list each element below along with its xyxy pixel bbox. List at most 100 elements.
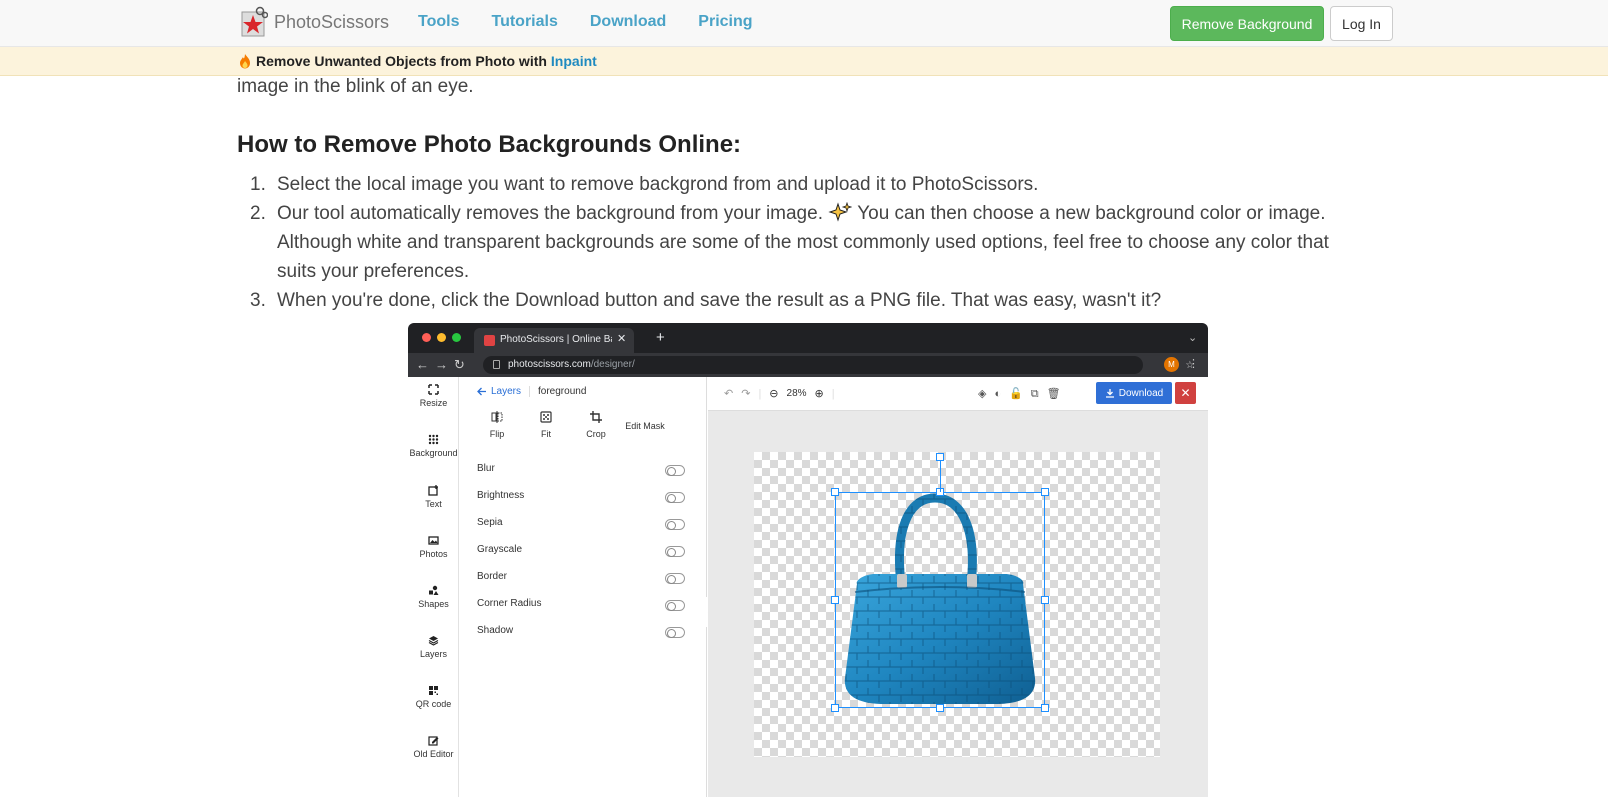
browser-tabstrip: PhotoScissors | Online Backgr ✕ + ⌄: [408, 323, 1208, 353]
crop-icon: [590, 411, 602, 423]
nav-link-tutorials[interactable]: Tutorials: [491, 13, 557, 31]
fit-icon: [540, 411, 552, 423]
tool-rail: Resize Background Text Photos Shapes Lay…: [408, 377, 459, 797]
rail-item-background: Background: [408, 434, 459, 458]
download-button: Download: [1096, 382, 1172, 404]
main-nav: Tools Tutorials Download Pricing: [418, 13, 753, 31]
border-toggle: [665, 573, 685, 584]
rail-item-resize: Resize: [408, 384, 459, 408]
chevron-down-icon: ⌄: [1188, 332, 1198, 344]
more-menu-icon: ⋮: [1188, 358, 1199, 370]
layers-icon: [428, 636, 439, 646]
promo-banner: Remove Unwanted Objects from Photo with …: [0, 47, 1608, 76]
rotate-handle: [936, 453, 944, 461]
workspace-toolbar: ↶ ↷ | ⊖ 28% ⊕ | ◈◐🔓⧉🗑 Download ✕: [708, 377, 1208, 411]
close-icon: ✕: [1175, 382, 1196, 404]
url-path: /designer/: [590, 359, 635, 370]
window-minimize-dot: [437, 333, 446, 342]
zoom-level: 28%: [786, 388, 807, 399]
adjustment-sepia: Sepia: [477, 517, 692, 533]
arrow-left-icon: [477, 387, 486, 396]
rail-item-qr-code: QR code: [408, 685, 459, 709]
blur-toggle: [665, 465, 685, 476]
layer-name: foreground: [538, 386, 587, 397]
resize-handle: [1041, 488, 1049, 496]
adjustment-grayscale: Grayscale: [477, 544, 692, 560]
rail-item-text: Text: [408, 485, 459, 509]
download-icon: [1105, 389, 1114, 398]
brand-logo[interactable]: PhotoScissors: [240, 6, 389, 38]
grid-dots-icon: [428, 434, 439, 445]
grayscale-toggle: [665, 546, 685, 557]
flame-icon: [240, 54, 250, 69]
list-item: 2. Our tool automatically removes the ba…: [250, 202, 1329, 282]
tab-close-icon: ✕: [617, 333, 627, 345]
rail-item-shapes: Shapes: [408, 585, 459, 609]
canvas-workspace: ↶ ↷ | ⊖ 28% ⊕ | ◈◐🔓⧉🗑 Download ✕: [708, 377, 1208, 797]
adjustment-shadow: Shadow: [477, 625, 692, 641]
adjustment-brightness: Brightness: [477, 490, 692, 506]
top-navbar: PhotoScissors Tools Tutorials Download P…: [0, 0, 1608, 47]
scissors-logo-icon: [241, 6, 268, 37]
tool-flip: Flip: [475, 411, 519, 439]
address-bar: photoscissors.com/designer/ ⇪☆: [483, 356, 1194, 374]
text-add-icon: [428, 485, 438, 496]
tool-edit-mask: Edit Mask: [625, 421, 665, 431]
flip-icon: [491, 411, 503, 423]
corner-radius-toggle: [665, 600, 685, 611]
rail-item-old-editor: Old Editor: [408, 735, 459, 759]
adjustment-border: Border: [477, 571, 692, 587]
list-item: 1. Select the local image you want to re…: [250, 174, 1039, 195]
browser-nav-icons: ←→↻: [416, 357, 471, 372]
article-text-fragment: image in the blink of an eye.: [237, 76, 474, 97]
designer-app: Resize Background Text Photos Shapes Lay…: [408, 377, 1208, 797]
resize-handle: [1041, 704, 1049, 712]
toolbar-divider: |: [758, 387, 762, 400]
sepia-toggle: [665, 519, 685, 530]
profile-avatar: M: [1164, 357, 1179, 372]
tool-fit: Fit: [524, 411, 568, 439]
transparent-canvas: [754, 452, 1160, 757]
nav-link-pricing[interactable]: Pricing: [698, 13, 752, 31]
zoom-out-icon: ⊖: [769, 388, 779, 400]
undo-icon: ↶: [724, 388, 734, 400]
redo-icon: ↷: [741, 388, 751, 400]
lock-icon: [493, 360, 500, 369]
remove-background-button[interactable]: Remove Background: [1170, 6, 1324, 41]
tool-crop: Crop: [574, 411, 618, 439]
adjustment-blur: Blur: [477, 463, 692, 479]
sparkles-icon: [828, 202, 853, 222]
window-close-dot: [422, 333, 431, 342]
favicon-icon: [484, 335, 495, 346]
login-button[interactable]: Log In: [1330, 6, 1393, 41]
brightness-toggle: [665, 492, 685, 503]
url-host: photoscissors.com: [508, 359, 591, 370]
resize-handle: [831, 488, 839, 496]
shadow-toggle: [665, 627, 685, 638]
section-heading: How to Remove Photo Backgrounds Online:: [237, 131, 742, 158]
resize-icon: [428, 384, 439, 395]
properties-panel: Layers foreground Flip Fit Crop Edit Mas…: [459, 377, 707, 797]
resize-handle: [936, 704, 944, 712]
browser-tab: PhotoScissors | Online Backgr ✕: [474, 328, 634, 353]
layer-action-icons: ◈◐🔓⧉🗑: [978, 388, 1069, 400]
brand-name: PhotoScissors: [274, 11, 390, 32]
nav-link-download[interactable]: Download: [590, 13, 666, 31]
image-icon: [428, 536, 439, 545]
rail-item-layers: Layers: [408, 635, 459, 659]
rail-item-photos: Photos: [408, 535, 459, 559]
browser-toolbar: ←→↻ photoscissors.com/designer/ ⇪☆ M ⋮: [408, 353, 1208, 377]
toolbar-divider: |: [831, 387, 835, 400]
promo-inpaint-link[interactable]: Inpaint: [551, 53, 597, 69]
resize-handle: [1041, 596, 1049, 604]
list-item: 3. When you're done, click the Download …: [250, 290, 1162, 311]
nav-link-tools[interactable]: Tools: [418, 13, 459, 31]
rotate-stem: [939, 458, 941, 492]
new-tab-icon: +: [656, 329, 665, 346]
adjustment-corner-radius: Corner Radius: [477, 598, 692, 614]
selection-box: [835, 492, 1045, 708]
promo-text: Remove Unwanted Objects from Photo with: [256, 53, 547, 69]
steps-list: 1. Select the local image you want to re…: [250, 170, 1370, 315]
window-zoom-dot: [452, 333, 461, 342]
tab-title: PhotoScissors | Online Backgr: [500, 334, 612, 345]
